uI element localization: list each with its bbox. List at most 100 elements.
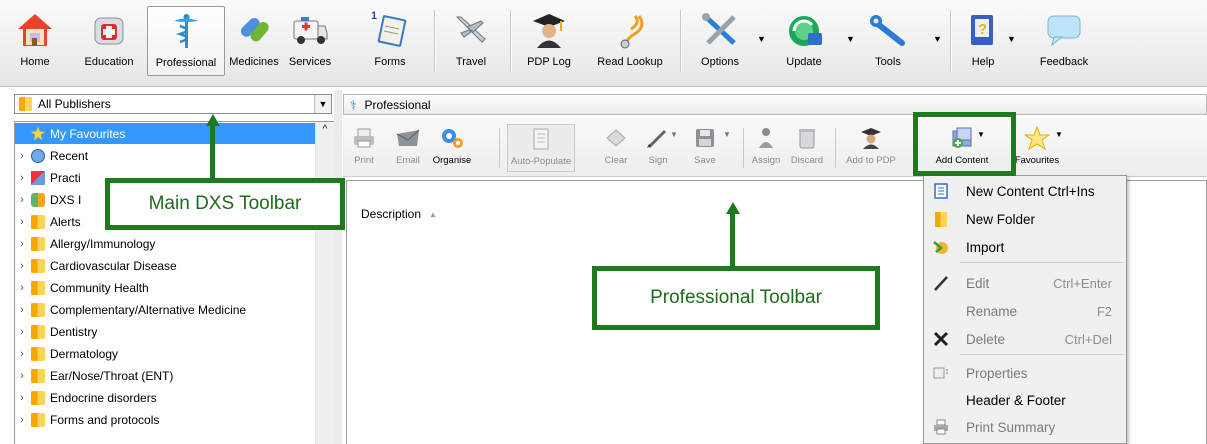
menu-item-print-summary[interactable]: Print Summary	[924, 414, 1126, 440]
tree-item-dentistry[interactable]: › Dentistry	[15, 321, 315, 342]
professional-toolbar-callout-text: Professional Toolbar	[650, 287, 822, 308]
menu-item-properties[interactable]: Properties	[924, 360, 1126, 386]
print-label: Print	[354, 155, 374, 166]
folder-icon	[31, 368, 45, 383]
folder-icon	[31, 302, 45, 317]
professional-toolbar-callout: Professional Toolbar	[592, 266, 880, 330]
tree-item-label: Alerts	[50, 214, 81, 229]
menu-item-delete[interactable]: Delete Ctrl+Del	[924, 326, 1126, 352]
expand-icon[interactable]: ›	[15, 150, 29, 162]
email-button[interactable]: Email	[393, 124, 423, 172]
update-icon	[784, 10, 824, 50]
help-button[interactable]: ? Help	[960, 6, 1006, 76]
expand-icon[interactable]: ›	[15, 370, 29, 382]
tree-item-ent[interactable]: › Ear/Nose/Throat (ENT)	[15, 365, 315, 386]
tools-dropdown-arrow[interactable]: ▼	[933, 34, 942, 44]
auto-populate-button[interactable]: Auto-Populate	[507, 124, 575, 172]
menu-item-header-footer[interactable]: Header & Footer	[924, 387, 1126, 413]
expand-icon[interactable]: ›	[15, 326, 29, 338]
forms-button[interactable]: 1 Forms	[366, 6, 414, 76]
menu-item-rename[interactable]: Rename F2	[924, 298, 1126, 324]
home-button[interactable]: Home	[12, 6, 58, 76]
expand-icon[interactable]: ›	[15, 282, 29, 294]
feedback-button[interactable]: Feedback	[1034, 6, 1094, 76]
tree-item-forms-protocols[interactable]: › Forms and protocols	[15, 409, 315, 430]
tree-item-dermatology[interactable]: › Dermatology	[15, 343, 315, 364]
sign-button[interactable]: Sign	[643, 124, 673, 172]
update-button[interactable]: Update	[778, 6, 830, 76]
scroll-up-icon[interactable]: ^	[316, 124, 334, 135]
graduate-icon	[529, 10, 569, 50]
organise-button[interactable]: Organise	[433, 124, 471, 172]
tree-item-recent[interactable]: › Recent	[15, 145, 315, 166]
graduate-icon	[856, 124, 886, 152]
expand-icon[interactable]: ›	[15, 216, 29, 228]
assign-button[interactable]: Assign	[749, 124, 783, 172]
expand-icon[interactable]: ›	[15, 348, 29, 360]
printer-icon	[932, 418, 950, 436]
sign-dropdown-arrow[interactable]: ▼	[670, 130, 678, 139]
folder-icon	[31, 258, 45, 273]
add-to-pdp-button[interactable]: Add to PDP	[843, 124, 899, 172]
travel-button[interactable]: Travel	[448, 6, 494, 76]
tree-item-allergy[interactable]: › Allergy/Immunology	[15, 233, 315, 254]
options-dropdown-arrow[interactable]: ▼	[757, 34, 766, 44]
publisher-select[interactable]: All Publishers ▼	[14, 94, 332, 114]
expand-icon[interactable]: ›	[15, 238, 29, 250]
expand-icon[interactable]: ›	[15, 304, 29, 316]
pdp-log-button[interactable]: PDP Log	[522, 6, 576, 76]
caduceus-icon	[166, 11, 206, 51]
services-label: Services	[288, 56, 332, 68]
services-button[interactable]: Services	[284, 6, 336, 76]
panel-splitter[interactable]	[334, 90, 342, 444]
education-button[interactable]: Education	[82, 6, 136, 76]
tree-item-complementary[interactable]: › Complementary/Alternative Medicine	[15, 299, 315, 320]
menu-item-import[interactable]: Import	[924, 234, 1126, 260]
menu-item-new-content[interactable]: New Content Ctrl+Ins	[924, 178, 1126, 204]
favourites-label: Favourites	[1014, 155, 1060, 166]
save-button[interactable]: Save	[687, 124, 723, 172]
description-column-header[interactable]: Description ▲	[361, 207, 437, 221]
favourites-dropdown-arrow[interactable]: ▼	[1055, 130, 1063, 139]
trash-icon	[792, 124, 822, 152]
airplane-icon	[451, 10, 491, 50]
import-icon	[932, 238, 950, 256]
tree-item-endocrine[interactable]: › Endocrine disorders	[15, 387, 315, 408]
expand-icon[interactable]: ›	[15, 392, 29, 404]
menu-item-new-folder[interactable]: New Folder	[924, 206, 1126, 232]
feedback-label: Feedback	[1039, 56, 1089, 68]
tree-scrollbar[interactable]: ^	[315, 122, 334, 444]
tree-item-my-favourites[interactable]: My Favourites	[15, 123, 315, 144]
pdp-log-label: PDP Log	[527, 56, 571, 68]
save-dropdown-arrow[interactable]: ▼	[723, 130, 731, 139]
tree-item-community-health[interactable]: › Community Health	[15, 277, 315, 298]
read-lookup-button[interactable]: Read Lookup	[590, 6, 670, 76]
help-dropdown-arrow[interactable]: ▼	[1007, 34, 1016, 44]
update-dropdown-arrow[interactable]: ▼	[846, 34, 855, 44]
chevron-down-icon[interactable]: ▼	[314, 95, 331, 113]
pills-icon	[234, 10, 274, 50]
professional-button[interactable]: Professional	[147, 6, 225, 76]
expand-icon[interactable]: ›	[15, 260, 29, 272]
discard-button[interactable]: Discard	[787, 124, 827, 172]
expand-icon[interactable]: ›	[15, 172, 29, 184]
print-button[interactable]: Print	[349, 124, 379, 172]
tree-item-cardiovascular[interactable]: › Cardiovascular Disease	[15, 255, 315, 276]
professional-toolbar: Print Email Organise Auto-Populate Clear…	[343, 116, 1207, 177]
expand-icon[interactable]: ›	[15, 414, 29, 426]
tree-item-label: Complementary/Alternative Medicine	[50, 302, 247, 317]
tree-item-label: Allergy/Immunology	[50, 236, 156, 251]
options-button[interactable]: Options	[694, 6, 746, 76]
svg-text:?: ?	[978, 21, 987, 38]
clear-button[interactable]: Clear	[601, 124, 631, 172]
tools-button[interactable]: Tools	[864, 6, 912, 76]
tree-item-label: Practi	[50, 170, 81, 185]
tree-item-label: Dermatology	[50, 346, 119, 361]
expand-icon[interactable]: ›	[15, 194, 29, 206]
medicines-button[interactable]: Medicines	[228, 6, 280, 76]
add-content-highlight	[913, 112, 1016, 176]
menu-item-edit[interactable]: Edit Ctrl+Enter	[924, 270, 1126, 296]
home-icon	[15, 10, 55, 50]
tree-item-label: Cardiovascular Disease	[50, 258, 177, 273]
options-tools-icon	[700, 10, 740, 50]
